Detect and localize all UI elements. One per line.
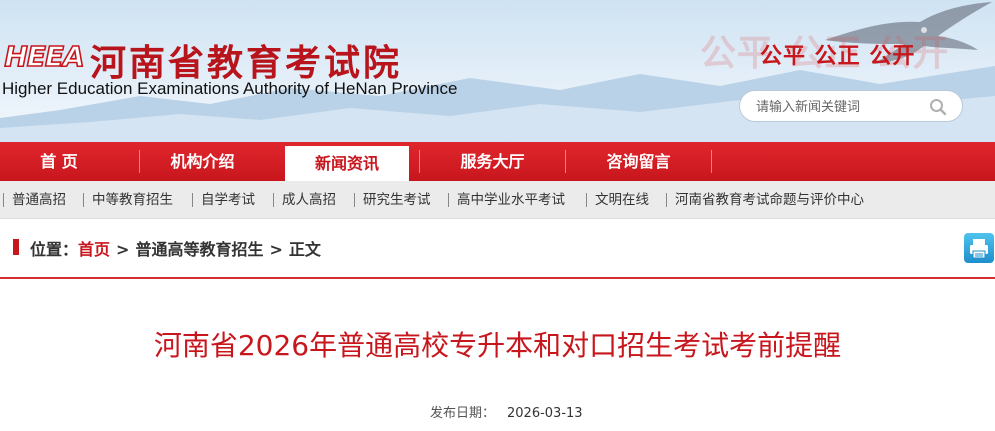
subnav-divider — [273, 193, 274, 207]
search-input[interactable] — [756, 97, 926, 117]
nav-item-services[interactable]: 服务大厅 — [420, 142, 565, 181]
nav-divider — [711, 150, 712, 173]
heea-logo[interactable]: HEEA — [4, 38, 86, 76]
subnav-item-general-admission[interactable]: 普通高招 — [12, 181, 66, 219]
subnav-item-civilization[interactable]: 文明在线 — [595, 181, 649, 219]
print-button[interactable] — [964, 233, 994, 263]
nav-item-home[interactable]: 首 页 — [0, 142, 118, 181]
subnav-divider — [83, 193, 84, 207]
breadcrumb-separator: > — [116, 240, 130, 259]
subnav-item-secondary-admission[interactable]: 中等教育招生 — [92, 181, 173, 219]
main-nav: 首 页 机构介绍 新闻资讯 服务大厅 咨询留言 — [0, 142, 995, 181]
subnav-divider — [666, 193, 667, 207]
subnav-item-graduate-exam[interactable]: 研究生考试 — [363, 181, 431, 219]
subnav-divider — [192, 193, 193, 207]
breadcrumb-current: 正文 — [288, 240, 321, 259]
publish-date-label: 发布日期： — [430, 406, 496, 421]
site-subtitle: Higher Education Examinations Authority … — [2, 79, 458, 98]
subnav-divider — [448, 193, 449, 207]
subnav-divider — [3, 193, 4, 207]
breadcrumb-home-link[interactable]: 首页 — [78, 240, 110, 259]
print-icon — [970, 239, 988, 259]
breadcrumb-section-link[interactable]: 普通高等教育招生 — [135, 240, 263, 259]
subnav-divider — [354, 193, 355, 207]
search-box — [739, 90, 963, 122]
subnav-item-evaluation-center[interactable]: 河南省教育考试命题与评价中心 — [675, 181, 864, 219]
breadcrumb-prefix: 位置： — [30, 240, 79, 259]
slogan: 公平 公正 公开 — [760, 44, 916, 69]
sub-nav: 普通高招 中等教育招生 自学考试 成人高招 研究生考试 高中学业水平考试 文明在… — [0, 181, 995, 219]
subnav-divider — [586, 193, 587, 207]
article-title: 河南省2026年普通高校专升本和对口招生考试考前提醒 — [153, 329, 842, 362]
logo-text: HEEA — [4, 39, 86, 74]
subnav-item-high-school-exam[interactable]: 高中学业水平考试 — [457, 181, 565, 219]
breadcrumb-marker — [13, 239, 19, 255]
breadcrumb-separator: > — [269, 240, 283, 259]
breadcrumb-bar: 位置：首页 > 普通高等教育招生 > 正文 — [0, 219, 995, 279]
breadcrumb: 位置：首页 > 普通高等教育招生 > 正文 — [30, 236, 321, 260]
subnav-item-adult-admission[interactable]: 成人高招 — [282, 181, 336, 219]
nav-item-consult[interactable]: 咨询留言 — [566, 142, 711, 181]
search-icon[interactable] — [928, 97, 948, 117]
nav-item-news[interactable]: 新闻资讯 — [285, 146, 409, 181]
subnav-item-self-study[interactable]: 自学考试 — [201, 181, 255, 219]
nav-item-about[interactable]: 机构介绍 — [140, 142, 265, 181]
publish-date: 发布日期： 2026-03-13 — [430, 402, 583, 421]
site-header: HEEA 河南省教育考试院 Higher Education Examinati… — [0, 0, 995, 142]
publish-date-value: 2026-03-13 — [507, 406, 583, 421]
